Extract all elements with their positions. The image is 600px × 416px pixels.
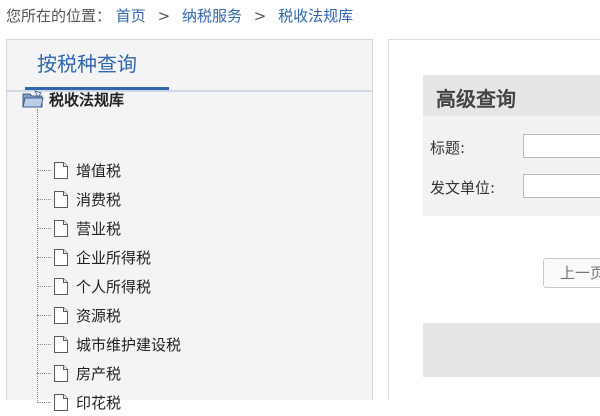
tree-item-label: 营业税 bbox=[76, 219, 122, 238]
document-icon bbox=[54, 161, 68, 179]
document-icon bbox=[54, 190, 68, 208]
tree-item-label: 消费税 bbox=[76, 190, 122, 209]
document-icon bbox=[54, 364, 68, 382]
breadcrumb-separator: > bbox=[157, 7, 171, 25]
tree-item-label: 企业所得税 bbox=[76, 248, 152, 267]
issuing-unit-field-label: 发文单位: bbox=[430, 179, 496, 197]
tree-item[interactable]: 消费税 bbox=[37, 185, 121, 213]
advanced-search-title: 高级查询 bbox=[436, 87, 516, 111]
tree-item[interactable]: 房产税 bbox=[37, 359, 121, 387]
title-field-label: 标题: bbox=[430, 139, 466, 157]
document-icon bbox=[54, 277, 68, 295]
tree-connector bbox=[37, 256, 51, 258]
tree-item[interactable]: 企业所得税 bbox=[37, 243, 151, 271]
results-bar bbox=[423, 323, 600, 377]
tree-item[interactable]: 个人所得税 bbox=[37, 272, 151, 300]
tab-query-by-tax-type[interactable]: 按税种查询 bbox=[25, 40, 169, 90]
tree-item-label: 城市维护建设税 bbox=[76, 335, 182, 354]
tree-root[interactable]: 税收法规库 bbox=[22, 88, 124, 110]
document-icon bbox=[54, 248, 68, 266]
tree-connector bbox=[37, 343, 51, 345]
tree-connector bbox=[37, 314, 51, 316]
breadcrumb-prefix: 您所在的位置： bbox=[6, 7, 112, 25]
document-icon bbox=[54, 219, 68, 237]
breadcrumb-separator: > bbox=[253, 7, 267, 25]
previous-page-button[interactable]: 上一页 bbox=[543, 258, 600, 288]
document-icon bbox=[54, 335, 68, 353]
issuing-unit-input[interactable] bbox=[523, 174, 600, 198]
folder-icon bbox=[22, 90, 44, 108]
document-icon bbox=[54, 393, 68, 411]
tree-connector bbox=[37, 169, 51, 171]
tree-connector bbox=[37, 198, 51, 200]
tree-item[interactable]: 印花税 bbox=[37, 388, 121, 416]
breadcrumb: 您所在的位置： 首页 > 纳税服务 > 税收法规库 bbox=[6, 5, 353, 26]
tree-item[interactable]: 增值税 bbox=[37, 156, 121, 184]
tree-item-label: 房产税 bbox=[76, 364, 122, 383]
advanced-search-header: 高级查询 bbox=[423, 75, 600, 116]
tree-item-label: 印花税 bbox=[76, 393, 122, 412]
tree-root-label: 税收法规库 bbox=[49, 90, 125, 109]
tree-connector bbox=[37, 285, 51, 287]
panel-header: 按税种查询 bbox=[7, 40, 372, 92]
breadcrumb-link-home[interactable]: 首页 bbox=[116, 7, 146, 25]
title-input[interactable] bbox=[523, 134, 600, 158]
breadcrumb-link-tax-service[interactable]: 纳税服务 bbox=[182, 7, 242, 25]
tree-item-label: 资源税 bbox=[76, 306, 122, 325]
tree-item-label: 个人所得税 bbox=[76, 277, 152, 296]
document-icon bbox=[54, 306, 68, 324]
tree-item[interactable]: 资源税 bbox=[37, 301, 121, 329]
tree-item[interactable]: 城市维护建设税 bbox=[37, 330, 181, 358]
breadcrumb-link-tax-law-library[interactable]: 税收法规库 bbox=[278, 7, 353, 25]
tree-connector bbox=[37, 401, 51, 403]
tree-item-label: 增值税 bbox=[76, 161, 122, 180]
tree-connector bbox=[37, 372, 51, 374]
tree-connector bbox=[37, 227, 51, 229]
tree-item[interactable]: 营业税 bbox=[37, 214, 121, 242]
